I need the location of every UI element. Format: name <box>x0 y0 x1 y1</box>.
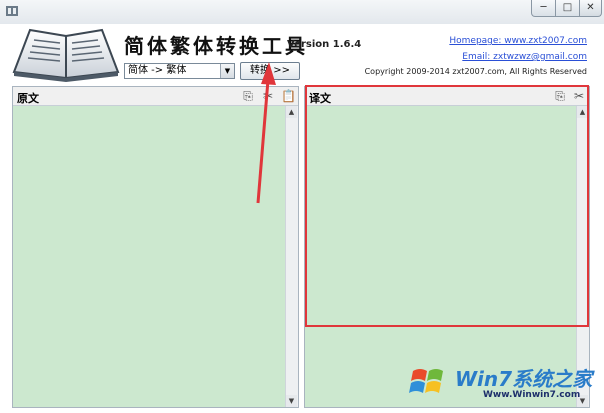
convert-button[interactable]: 转换 >> <box>240 62 300 80</box>
target-panel-header: 译文 ⎘ ✂ <box>305 87 589 106</box>
source-text-area[interactable] <box>13 106 286 407</box>
app-title: 简体繁体转换工具 <box>124 34 308 58</box>
copy-icon[interactable]: ⎘ <box>553 89 567 103</box>
scroll-up-icon[interactable]: ▲ <box>286 106 297 118</box>
target-panel-label: 译文 <box>309 92 331 105</box>
watermark-brand: Win7系统之家 <box>455 367 593 391</box>
scroll-up-icon[interactable]: ▲ <box>577 106 588 118</box>
watermark-url: Www.Winwin7.com <box>483 390 581 400</box>
watermark: Win7系统之家 Www.Winwin7.com <box>409 360 601 410</box>
cut-icon[interactable]: ✂ <box>572 89 586 103</box>
source-scrollbar[interactable]: ▲ ▼ <box>285 106 298 407</box>
minimize-button[interactable]: ─ <box>531 0 556 17</box>
conversion-mode-value: 简体 -> 繁体 <box>128 65 187 76</box>
homepage-link[interactable]: Homepage: www.zxt2007.com <box>449 36 587 46</box>
scroll-down-icon[interactable]: ▼ <box>286 395 297 407</box>
close-button[interactable]: ✕ <box>580 0 602 17</box>
source-panel: 原文 ⎘ ✂ 📋 ▲ ▼ <box>12 86 299 408</box>
app-icon <box>6 6 18 16</box>
source-panel-header: 原文 ⎘ ✂ 📋 <box>13 87 298 106</box>
chevron-down-icon[interactable]: ▼ <box>220 64 234 78</box>
cut-icon[interactable]: ✂ <box>261 89 275 103</box>
email-link[interactable]: Email: zxtwzwz@gmail.com <box>462 52 587 62</box>
windows-logo-icon <box>409 369 443 393</box>
conversion-mode-select[interactable]: 简体 -> 繁体 ▼ <box>124 63 235 79</box>
copyright-text: Copyright 2009-2014 zxt2007.com, All Rig… <box>364 67 587 76</box>
version-label: Version 1.6.4 <box>287 39 362 50</box>
source-panel-label: 原文 <box>17 92 39 105</box>
copy-icon[interactable]: ⎘ <box>241 89 255 103</box>
paste-icon[interactable]: 📋 <box>281 89 296 103</box>
book-logo-icon <box>12 28 120 82</box>
header: 简体繁体转换工具 Version 1.6.4 Homepage: www.zxt… <box>0 24 604 86</box>
title-bar: ─ □ ✕ <box>0 0 604 25</box>
maximize-button[interactable]: □ <box>556 0 580 17</box>
